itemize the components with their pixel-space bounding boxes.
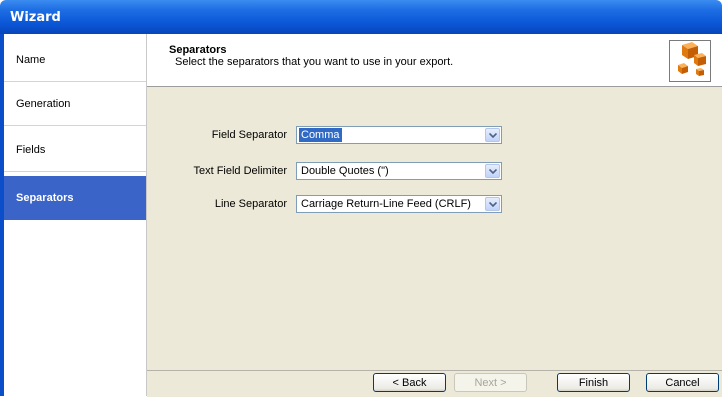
line-separator-value: Carriage Return-Line Feed (CRLF) xyxy=(301,198,471,210)
sidebar-item-name[interactable]: Name xyxy=(4,38,146,82)
sidebar-item-separators[interactable]: Separators xyxy=(4,176,146,220)
page-description: Select the separators that you want to u… xyxy=(175,56,454,68)
back-button[interactable]: < Back xyxy=(373,373,446,392)
orange-cubes-icon xyxy=(669,40,711,82)
text-field-delimiter-label: Text Field Delimiter xyxy=(193,165,287,177)
field-separator-select[interactable]: Comma xyxy=(296,126,502,144)
wizard-steps-sidebar: Name Generation Fields Separators xyxy=(4,34,147,396)
line-separator-label: Line Separator xyxy=(214,198,287,210)
next-button: Next > xyxy=(454,373,527,392)
sidebar-item-label: Fields xyxy=(16,144,46,156)
field-separator-label: Field Separator xyxy=(211,129,287,141)
content-panel: Field Separator Comma Text Field Delimit… xyxy=(147,87,722,370)
sidebar-item-fields[interactable]: Fields xyxy=(4,128,146,172)
finish-button[interactable]: Finish xyxy=(557,373,630,392)
page-title: Separators xyxy=(169,44,227,56)
text-field-delimiter-select[interactable]: Double Quotes (") xyxy=(296,162,502,180)
sidebar-item-label: Generation xyxy=(16,98,71,110)
field-separator-value: Comma xyxy=(299,128,342,142)
title-bar[interactable]: Wizard xyxy=(0,0,722,34)
chevron-down-icon[interactable] xyxy=(485,128,500,142)
sidebar-item-label: Separators xyxy=(16,192,74,204)
wizard-button-bar: < Back Next > Finish Cancel xyxy=(147,370,722,397)
chevron-down-icon[interactable] xyxy=(485,164,500,178)
line-separator-select[interactable]: Carriage Return-Line Feed (CRLF) xyxy=(296,195,502,213)
sidebar-item-generation[interactable]: Generation xyxy=(4,82,146,126)
page-header: Separators Select the separators that yo… xyxy=(147,34,722,87)
chevron-down-icon[interactable] xyxy=(485,197,500,211)
cancel-button[interactable]: Cancel xyxy=(646,373,719,392)
text-field-delimiter-value: Double Quotes (") xyxy=(301,165,389,177)
sidebar-item-label: Name xyxy=(16,54,46,66)
window-title: Wizard xyxy=(10,10,61,25)
